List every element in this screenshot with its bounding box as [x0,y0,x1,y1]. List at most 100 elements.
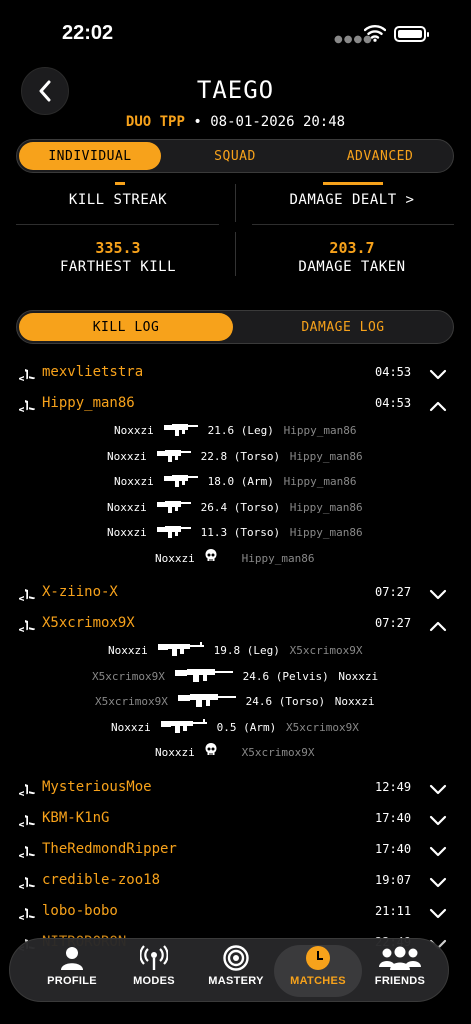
smg-icon [163,424,198,436]
playstation-icon [19,400,36,412]
expand-toggle[interactable] [429,781,447,800]
tab-squad[interactable]: SQUAD [163,142,307,170]
player-name[interactable]: mexvlietstra [42,364,143,380]
expand-toggle[interactable] [429,843,447,862]
wifi-icon [364,25,386,42]
log-row-player[interactable]: X5xcrimox9X 07:27 [0,609,471,639]
tab-label: MODES [133,975,175,987]
kill-event: Noxxzi 22.8 (Torso) Hippy_man86 [0,447,471,467]
tab-mastery[interactable]: MASTERY [194,945,278,997]
player-name[interactable]: Hippy_man86 [42,395,135,411]
log-row-player[interactable]: X-ziino-X 07:27 [0,578,471,608]
expand-toggle[interactable] [429,874,447,893]
player-name[interactable]: X5xcrimox9X [42,615,135,631]
log-time: 04:53 [375,365,412,379]
playstation-icon [19,783,36,796]
tab-kill-log[interactable]: KILL LOG [19,313,233,341]
tab-damage-log[interactable]: DAMAGE LOG [235,313,451,341]
log-row-player[interactable]: mexvlietstra 04:53 [0,358,471,388]
event-victim: X5xcrimox9X [289,644,363,657]
player-name[interactable]: MysteriousMoe [42,779,152,795]
event-victim: Hippy_man86 [241,551,315,565]
tab-label: MATCHES [290,975,346,987]
battery-icon [394,26,429,42]
people-icon [379,946,421,970]
log-row-player[interactable]: Hippy_man86 04:53 [0,389,471,419]
tab-matches[interactable]: MATCHES [274,945,362,997]
event-detail: 26.4 (Torso) [200,500,281,514]
tab-label: PROFILE [47,975,97,987]
platform [19,586,36,605]
rifle-icon [157,642,204,656]
log-row-player[interactable]: MysteriousMoe 12:49 [0,773,471,803]
broadcast-icon [140,945,168,970]
playstation-icon [19,845,36,858]
collapse-toggle[interactable] [429,617,447,636]
smg-icon [156,449,191,462]
kill-event: Noxxzi 0.5 (Arm) X5xcrimox9X [0,718,471,738]
platform [19,843,36,862]
player-name[interactable]: KBM-K1nG [42,810,109,826]
event-detail: 24.6 (Pelvis) [242,669,329,683]
expand-toggle[interactable] [429,905,447,924]
smg-icon [156,526,191,538]
kill-event: Noxxzi 19.8 (Leg) X5xcrimox9X [0,641,471,661]
chevron-up-icon [429,401,447,412]
log-row-player[interactable]: lobo-bobo 21:11 [0,897,471,927]
log-time: 19:07 [375,872,412,887]
log-time: 17:40 [375,810,412,825]
kill-event: Noxxzi 18.0 (Arm) Hippy_man86 [0,472,471,492]
playstation-icon [19,876,36,889]
stat-label: FARTHEST KILL [59,259,177,275]
event-victim: Noxxzi [334,695,375,708]
stats-divider-vertical [235,232,236,276]
event-victim: Hippy_man86 [283,424,357,437]
kill-event: Noxxzi X5xcrimox9X [0,743,471,763]
log-row-player[interactable]: credible-zoo18 19:07 [0,866,471,896]
player-name[interactable]: X-ziino-X [42,584,118,600]
event-victim: Hippy_man86 [289,500,363,514]
chevron-up-icon [429,621,447,632]
tab-advanced[interactable]: ADVANCED [309,142,451,170]
expand-toggle[interactable] [429,366,447,385]
stat-label: DAMAGE DEALT > [289,192,415,208]
chevron-down-icon [429,908,447,918]
player-name[interactable]: lobo-bobo [42,903,118,919]
log-time: 07:27 [375,616,412,630]
event-victim: Hippy_man86 [289,449,363,463]
collapse-toggle[interactable] [429,397,447,416]
player-name[interactable]: TheRedmondRipper [42,841,177,857]
stat-value: 203.7 [329,239,375,257]
event-detail: 0.5 (Arm) [216,720,277,734]
event-attacker: Noxxzi [107,526,147,539]
status-time: 22:02 [62,22,114,44]
player-name[interactable]: credible-zoo18 [42,872,160,888]
platform [19,397,36,416]
chevron-down-icon [429,846,447,856]
expand-toggle[interactable] [429,812,447,831]
tab-individual[interactable]: INDIVIDUAL [19,142,161,170]
page-title: TAEGO [196,76,275,104]
match-datetime: 08-01-2026 20:48 [210,114,346,130]
assault-rifle-icon [174,668,233,682]
log-row-player[interactable]: TheRedmondRipper 17:40 [0,835,471,865]
event-detail: 11.3 (Torso) [200,526,281,539]
target-icon [223,945,249,971]
expand-toggle[interactable] [429,586,447,605]
chevron-down-icon [429,784,447,794]
event-attacker: X5xcrimox9X [92,669,165,683]
status-bar: 22:02 ●●●● [0,0,471,70]
playstation-icon [19,589,36,601]
tab-modes[interactable]: MODES [112,945,196,997]
log-time: 17:40 [375,841,412,856]
platform [19,874,36,893]
stat-damage-dealt[interactable]: DAMAGE DEALT > [252,190,452,208]
chevron-down-icon [429,877,447,887]
event-attacker: Noxxzi [107,449,147,463]
tab-friends[interactable]: FRIENDS [358,945,442,997]
log-time: 12:49 [375,779,412,794]
subtitle-separator: • [193,114,202,130]
tab-profile[interactable]: PROFILE [30,945,114,997]
smg-icon [156,500,191,513]
log-row-player[interactable]: KBM-K1nG 17:40 [0,804,471,834]
